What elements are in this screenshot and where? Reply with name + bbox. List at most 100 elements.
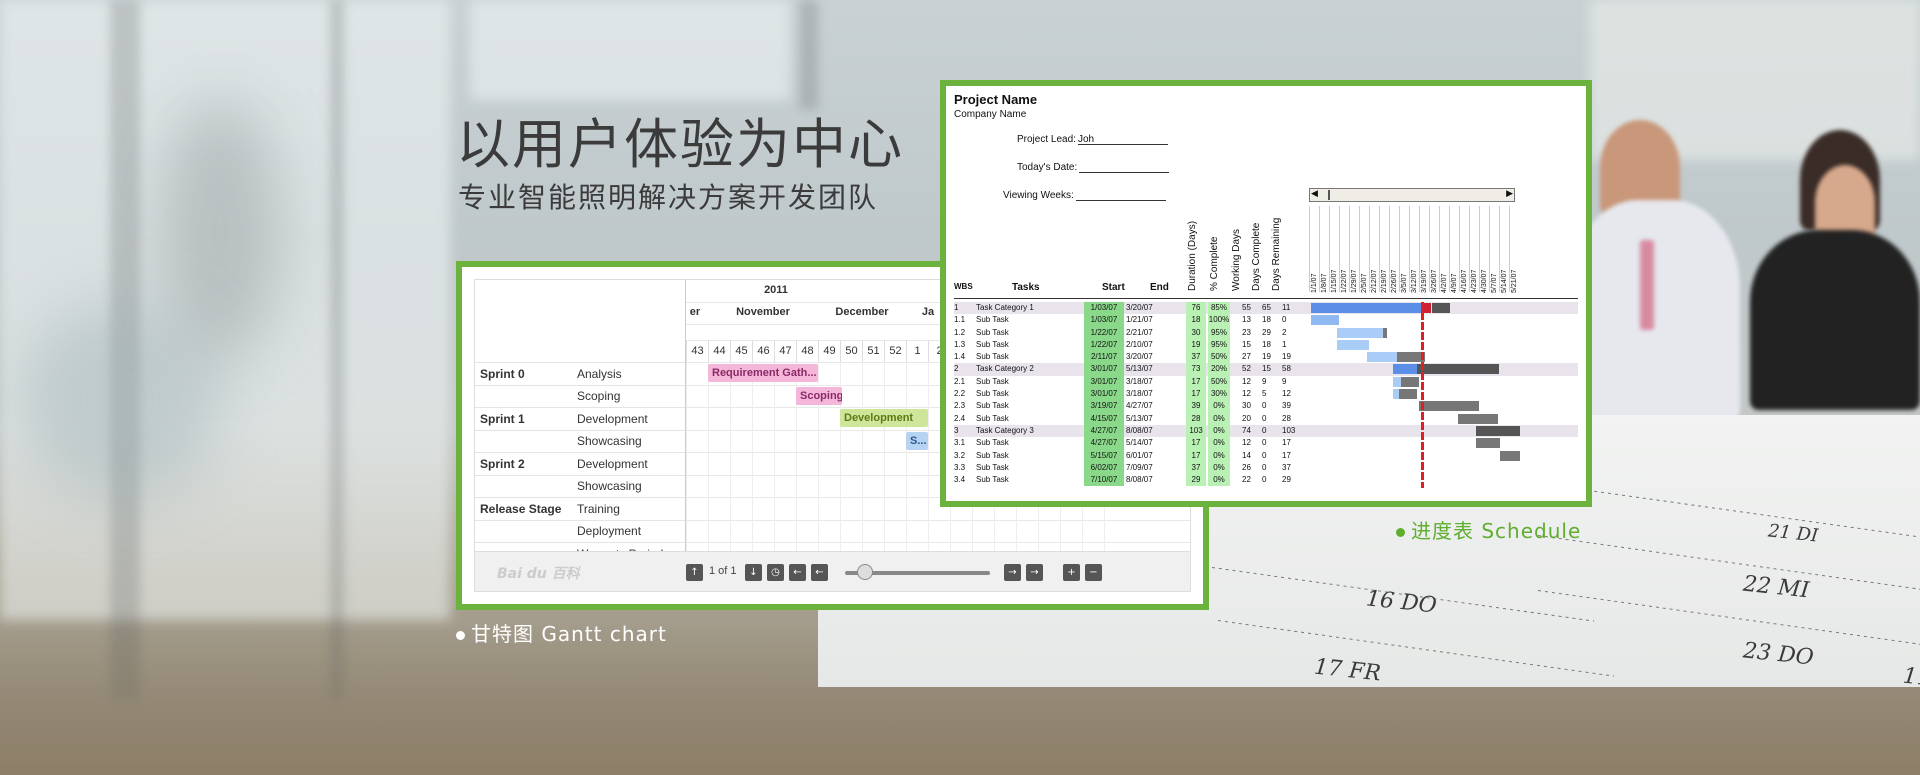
scroll-left-button[interactable]: ←	[789, 564, 806, 581]
scroll-left-fast-button[interactable]: ←	[811, 564, 828, 581]
zoom-out-button[interactable]: −	[1085, 564, 1102, 581]
sub-task-row[interactable]: 2.3 Sub Task 3/19/07 4/27/07 39 0% 30 0 39	[954, 400, 1578, 413]
schedule-bar	[1399, 389, 1417, 400]
sub-task-row[interactable]: 3.4 Sub Task 7/10/07 8/08/07 29 0% 22 0 29	[954, 474, 1578, 487]
sub-task-row[interactable]: 1.3 Sub Task 1/22/07 2/10/07 19 95% 15 18 1	[954, 338, 1578, 352]
gantt-task-row[interactable]: Showcasing	[475, 429, 685, 452]
schedule-bar	[1476, 438, 1500, 449]
cell-task: Sub Task	[976, 389, 1009, 399]
cell-dc: 29	[1262, 327, 1271, 337]
sub-task-row[interactable]: 3.1 Sub Task 4/27/07 5/14/07 17 0% 12 0 17	[954, 437, 1578, 450]
cell-dur: 37	[1186, 461, 1206, 475]
task-label: Deployment	[577, 524, 642, 538]
cell-wd: 23	[1242, 327, 1251, 337]
sub-task-row[interactable]: 3.2 Sub Task 5/15/07 6/01/07 17 0% 14 0 17	[954, 449, 1578, 462]
cell-end: 4/27/07	[1126, 401, 1153, 411]
task-category-row[interactable]: 3 Task Category 3 4/27/07 8/08/07 103 0% 74 0 10…	[954, 424, 1578, 438]
gantt-bar[interactable]: S...	[906, 431, 928, 450]
gantt-task-row[interactable]: Sprint 1 Development	[475, 407, 685, 429]
sub-task-row[interactable]: 2.2 Sub Task 3/01/07 3/18/07 17 30% 12 5 12	[954, 388, 1578, 401]
cell-dr: 2	[1282, 327, 1287, 337]
cell-pct: 0%	[1208, 474, 1230, 487]
weeks-scrollbar[interactable]: ◀ ▶	[1309, 188, 1515, 202]
sub-task-row[interactable]: 2.4 Sub Task 4/15/07 5/13/07 28 0% 20 0 28	[954, 412, 1578, 425]
cell-wd: 20	[1242, 413, 1251, 423]
task-category-row[interactable]: 1 Task Category 1 1/03/07 3/20/07 76 85% 55 65 1…	[954, 302, 1578, 315]
cell-dur: 17	[1186, 437, 1206, 450]
sub-task-row[interactable]: 3.3 Sub Task 6/02/07 7/09/07 37 0% 26 0 37	[954, 461, 1578, 475]
schedule-caption: 进度表 Schedule	[1396, 515, 1581, 544]
cell-start: 1/22/07	[1084, 326, 1124, 339]
gantt-task-row[interactable]: Deployment	[475, 519, 685, 542]
scroll-right-button[interactable]: →	[1004, 564, 1021, 581]
gantt-task-row[interactable]: Scoping	[475, 384, 685, 407]
cell-wd: 26	[1242, 462, 1251, 472]
week-date-label: 2/5/07	[1361, 273, 1368, 293]
sub-task-row[interactable]: 1.4 Sub Task 2/11/07 3/20/07 37 50% 27 19 19	[954, 351, 1578, 364]
week-date-label: 1/22/07	[1341, 269, 1348, 293]
cell-end: 3/18/07	[1126, 389, 1153, 399]
move-down-button[interactable]: ↓	[745, 564, 762, 581]
cell-dc: 65	[1262, 303, 1271, 312]
task-category-row[interactable]: 2 Task Category 2 3/01/07 5/13/07 73 20% 52 15 5…	[954, 363, 1578, 376]
cell-end: 2/10/07	[1126, 339, 1153, 349]
week-date-label: 1/15/07	[1331, 269, 1338, 293]
cell-wbs: 2.1	[954, 376, 966, 386]
sub-task-row[interactable]: 1.2 Sub Task 1/22/07 2/21/07 30 95% 23 29 2	[954, 326, 1578, 339]
cell-end: 6/01/07	[1126, 450, 1153, 460]
viewing-weeks-field[interactable]: Viewing Weeks:	[1003, 190, 1166, 201]
cell-end: 1/21/07	[1126, 315, 1153, 325]
project-lead-field[interactable]: Project Lead: Joh	[1017, 134, 1168, 145]
cell-dc: 9	[1262, 376, 1267, 386]
gantt-task-row[interactable]: Sprint 0 Analysis	[475, 362, 685, 384]
clock-icon[interactable]: ◷	[767, 564, 784, 581]
page-headline: 以用户体验为中心	[456, 113, 904, 176]
cell-task: Sub Task	[976, 376, 1009, 386]
todays-date-field[interactable]: Today's Date:	[1017, 162, 1170, 173]
gantt-task-row[interactable]: Sprint 2 Development	[475, 452, 685, 474]
cell-dur: 19	[1186, 338, 1206, 352]
cell-pct: 95%	[1208, 338, 1230, 352]
week-date-label: 1/1/07	[1311, 273, 1318, 293]
cell-end: 5/13/07	[1126, 413, 1153, 423]
watermark-logo: Bai du 百科	[497, 566, 580, 582]
sub-task-row[interactable]: 1.1 Sub Task 1/03/07 1/21/07 18 100% 13 18 0	[954, 314, 1578, 327]
cell-dur: 76	[1186, 302, 1206, 315]
gantt-bar[interactable]: Requirement Gath...	[708, 364, 818, 382]
cell-dc: 0	[1262, 462, 1267, 472]
cell-wbs: 3.1	[954, 438, 966, 448]
today-marker-line	[1421, 302, 1424, 488]
move-up-button[interactable]: ↑	[686, 564, 703, 581]
col-header-vertical: Days Complete	[1251, 222, 1262, 291]
gantt-task-row[interactable]: Release Stage Training	[475, 497, 685, 519]
scroll-right-fast-button[interactable]: →	[1026, 564, 1043, 581]
week-date-label: 4/23/07	[1471, 269, 1478, 293]
week-date-label: 4/9/07	[1451, 273, 1458, 293]
zoom-in-button[interactable]: +	[1063, 564, 1080, 581]
week-date-label: 1/8/07	[1321, 273, 1328, 293]
cell-wbs: 3.4	[954, 475, 966, 485]
cell-task: Sub Task	[976, 352, 1009, 362]
gantt-task-row[interactable]: Showcasing	[475, 474, 685, 497]
gantt-bar[interactable]: Development	[840, 409, 928, 427]
cell-pct: 0%	[1208, 424, 1230, 438]
cell-end: 2/21/07	[1126, 327, 1153, 337]
col-end: End	[1150, 282, 1169, 293]
gantt-bar[interactable]: Scoping	[796, 386, 842, 405]
gantt-caption: 甘特图 Gantt chart	[456, 618, 667, 647]
gantt-week-number: 48	[796, 340, 818, 362]
gantt-week-number: 46	[752, 340, 774, 362]
cell-pct: 0%	[1208, 400, 1230, 413]
sprint-label: Sprint 0	[480, 366, 525, 381]
col-header-vertical: Duration (Days)	[1187, 220, 1198, 291]
cell-pct: 20%	[1208, 363, 1230, 376]
week-date-label: 2/26/07	[1391, 269, 1398, 293]
week-date-label: 4/2/07	[1441, 273, 1448, 293]
bullet-dot	[456, 631, 465, 640]
week-date-label: 3/26/07	[1431, 269, 1438, 293]
zoom-slider-thumb[interactable]	[857, 564, 873, 580]
cell-start: 1/03/07	[1084, 302, 1124, 315]
cell-wbs: 3.2	[954, 450, 966, 460]
cell-dur: 28	[1186, 412, 1206, 425]
sub-task-row[interactable]: 2.1 Sub Task 3/01/07 3/18/07 17 50% 12 9 9	[954, 375, 1578, 389]
